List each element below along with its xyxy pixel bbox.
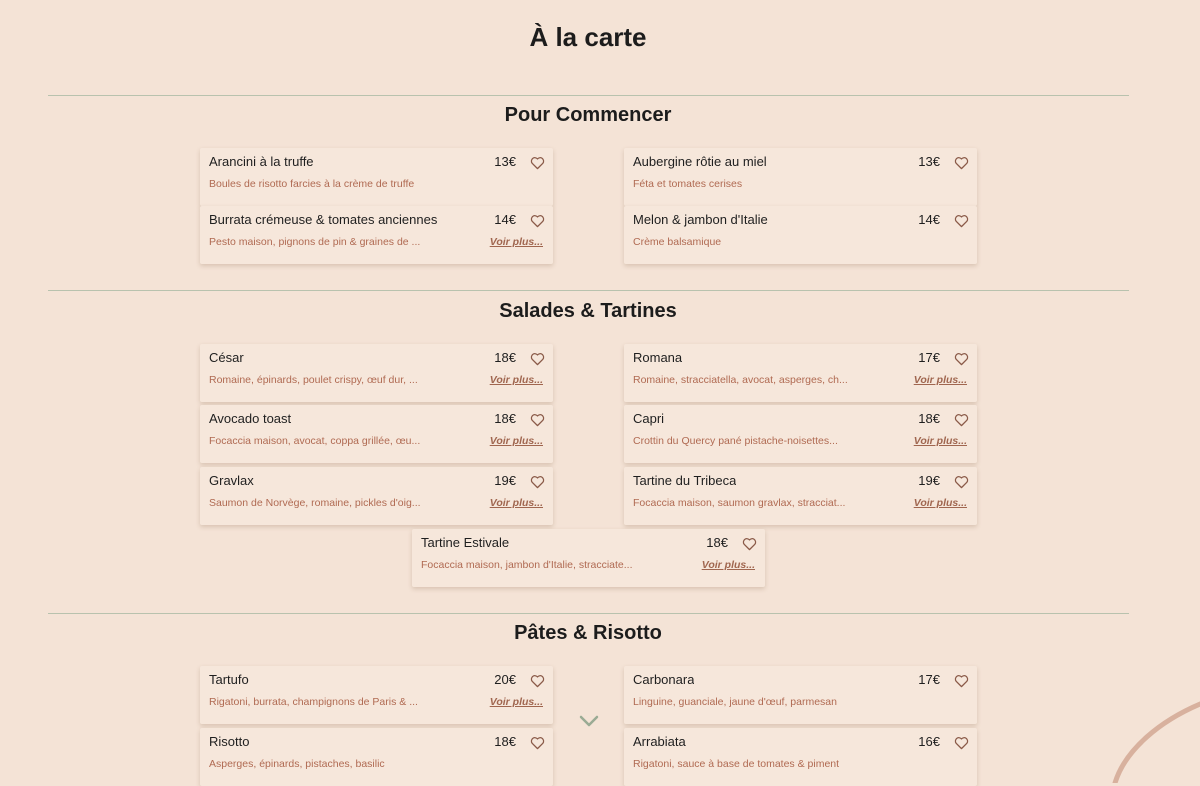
item-description: Focaccia maison, avocat, coppa grillée, …: [209, 435, 421, 447]
heart-icon[interactable]: [530, 674, 545, 688]
item-price: 14€: [494, 212, 516, 227]
page-title: À la carte: [529, 22, 647, 52]
menu-item-romana[interactable]: Romana 17€ Romaine, stracciatella, avocat,…: [624, 344, 977, 402]
item-description: Rigatoni, burrata, champignons de Paris …: [209, 696, 418, 708]
item-description: Romaine, stracciatella, avocat, asperges…: [633, 374, 848, 386]
item-price: 18€: [494, 350, 516, 365]
item-description: Romaine, épinards, poulet crispy, œuf du…: [209, 374, 418, 386]
heart-icon[interactable]: [530, 475, 545, 489]
section-title-salades-tartines: Salades & Tartines: [499, 300, 677, 322]
item-name: Arancini à la truffe: [209, 154, 314, 169]
see-more-link[interactable]: Voir plus...: [914, 435, 967, 447]
heart-icon[interactable]: [954, 352, 969, 366]
heart-icon[interactable]: [954, 214, 969, 228]
item-name: Tartine Estivale: [421, 535, 510, 550]
section-divider: [48, 613, 1129, 614]
menu-item-melon-jambon-d-italie[interactable]: Melon & jambon d'Italie 14€ Crème balsamiq…: [624, 206, 977, 264]
item-price: 14€: [918, 212, 940, 227]
heart-icon[interactable]: [954, 156, 969, 170]
item-name: Arrabiata: [633, 734, 686, 749]
item-description: Focaccia maison, jambon d'Italie, stracc…: [421, 559, 633, 571]
item-price: 20€: [494, 672, 516, 687]
item-name: Melon & jambon d'Italie: [633, 212, 768, 227]
item-price: 18€: [494, 411, 516, 426]
item-price: 18€: [494, 734, 516, 749]
menu-item-arrabiata[interactable]: Arrabiata 16€ Rigatoni, sauce à base de to…: [624, 728, 977, 786]
item-price: 18€: [918, 411, 940, 426]
see-more-link[interactable]: Voir plus...: [490, 497, 543, 509]
heart-icon[interactable]: [530, 352, 545, 366]
heart-icon[interactable]: [530, 736, 545, 750]
item-name: Aubergine rôtie au miel: [633, 154, 767, 169]
heart-icon[interactable]: [954, 475, 969, 489]
item-price: 13€: [494, 154, 516, 169]
heart-icon[interactable]: [954, 413, 969, 427]
see-more-link[interactable]: Voir plus...: [490, 236, 543, 248]
item-price: 17€: [918, 350, 940, 365]
item-price: 19€: [918, 473, 940, 488]
section-divider: [48, 290, 1129, 291]
item-description: Féta et tomates cerises: [633, 178, 743, 190]
item-description: Asperges, épinards, pistaches, basilic: [209, 758, 385, 770]
item-description: Rigatoni, sauce à base de tomates & pime…: [633, 758, 840, 770]
section-title-pour-commencer: Pour Commencer: [504, 104, 672, 126]
item-name: César: [209, 350, 244, 365]
menu-item-burrata-cremeuse-tomates-anciennes[interactable]: Burrata crémeuse & tomates anciennes 14€ P…: [200, 206, 553, 264]
item-description: Saumon de Norvège, romaine, pickles d'oi…: [209, 497, 421, 509]
heart-icon[interactable]: [954, 674, 969, 688]
section-divider: [48, 95, 1129, 96]
item-name: Romana: [633, 350, 683, 365]
item-name: Capri: [633, 411, 665, 426]
item-description: Boules de risotto farcies à la crème de …: [209, 178, 415, 190]
menu-item-cesar[interactable]: César 18€ Romaine, épinards, poulet crispy…: [200, 344, 553, 402]
item-price: 18€: [706, 535, 728, 550]
item-price: 19€: [494, 473, 516, 488]
item-price: 13€: [918, 154, 940, 169]
item-name: Tartine du Tribeca: [633, 473, 737, 488]
menu-item-tartufo[interactable]: Tartufo 20€ Rigatoni, burrata, champignons…: [200, 666, 553, 724]
menu-item-tartine-du-tribeca[interactable]: Tartine du Tribeca 19€ Focaccia maison, sa…: [624, 467, 977, 525]
item-description: Pesto maison, pignons de pin & graines d…: [209, 236, 421, 248]
menu-page: À la carte Pour Commencer Salades & Tart…: [0, 0, 1200, 786]
item-name: Burrata crémeuse & tomates anciennes: [209, 212, 438, 227]
menu-item-aubergine-rotie-au-miel[interactable]: Aubergine rôtie au miel 13€ Féta et tomate…: [624, 148, 977, 206]
heart-icon[interactable]: [742, 537, 757, 551]
item-name: Risotto: [209, 734, 250, 749]
menu-item-risotto[interactable]: Risotto 18€ Asperges, épinards, pistaches,…: [200, 728, 553, 786]
heart-icon[interactable]: [530, 214, 545, 228]
heart-icon[interactable]: [530, 413, 545, 427]
item-name: Gravlax: [209, 473, 254, 488]
item-name: Carbonara: [633, 672, 695, 687]
heart-icon[interactable]: [954, 736, 969, 750]
menu-item-carbonara[interactable]: Carbonara 17€ Linguine, guanciale, jaune d…: [624, 666, 977, 724]
menu-item-tartine-estivale[interactable]: Tartine Estivale 18€ Focaccia maison, jamb…: [412, 529, 765, 587]
item-price: 17€: [918, 672, 940, 687]
heart-icon[interactable]: [530, 156, 545, 170]
see-more-link[interactable]: Voir plus...: [490, 435, 543, 447]
see-more-link[interactable]: Voir plus...: [490, 696, 543, 708]
chevron-down-icon[interactable]: [578, 713, 600, 729]
see-more-link[interactable]: Voir plus...: [914, 374, 967, 386]
item-name: Avocado toast: [209, 411, 292, 426]
item-description: Focaccia maison, saumon gravlax, stracci…: [633, 497, 846, 509]
see-more-link[interactable]: Voir plus...: [702, 559, 755, 571]
menu-item-arancini-a-la-truffe[interactable]: Arancini à la truffe 13€ Boules de risotto…: [200, 148, 553, 206]
decorative-swirl: [1112, 701, 1200, 783]
see-more-link[interactable]: Voir plus...: [490, 374, 543, 386]
menu-item-gravlax[interactable]: Gravlax 19€ Saumon de Norvège, romaine, pi…: [200, 467, 553, 525]
item-description: Linguine, guanciale, jaune d'œuf, parmes…: [633, 696, 837, 708]
see-more-link[interactable]: Voir plus...: [914, 497, 967, 509]
item-price: 16€: [918, 734, 940, 749]
item-description: Crottin du Quercy pané pistache-noisette…: [633, 435, 838, 447]
menu-item-avocado-toast[interactable]: Avocado toast 18€ Focaccia maison, avocat,…: [200, 405, 553, 463]
item-description: Crème balsamique: [633, 236, 722, 248]
item-name: Tartufo: [209, 672, 249, 687]
section-title-pates-risotto: Pâtes & Risotto: [514, 622, 662, 644]
menu-item-capri[interactable]: Capri 18€ Crottin du Quercy pané pistache-…: [624, 405, 977, 463]
